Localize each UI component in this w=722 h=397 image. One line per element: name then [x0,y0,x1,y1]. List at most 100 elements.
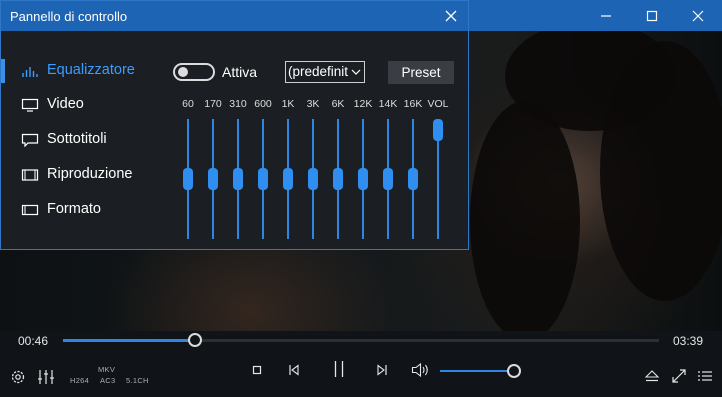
eq-band-thumb[interactable] [258,168,268,190]
eq-band-thumb[interactable] [233,168,243,190]
close-icon [692,10,704,21]
aspect-ratio-icon [21,204,39,216]
nav-label: Formato [47,201,101,217]
video-shadow-left [470,101,580,331]
volume-thumb[interactable] [507,364,521,378]
eject-button[interactable] [642,367,662,385]
toggle-knob [178,67,188,77]
audio-codec: AC3 [100,376,116,385]
nav-label: Sottotitoli [47,131,107,147]
preset-button[interactable]: Preset [388,61,454,84]
fullscreen-icon [672,369,686,383]
next-icon [377,364,387,376]
eq-band-label: 14K [378,98,398,110]
eq-band-label: 3K [306,98,320,110]
previous-icon [289,364,299,376]
video-codec: H264 [70,376,90,385]
eq-band-label: 600 [254,98,272,110]
elapsed-time: 00:46 [18,334,49,348]
equalizer-icon [22,67,38,77]
audio-channels: 5.1CH [126,376,149,385]
playlist-button[interactable] [695,367,715,385]
pause-icon [334,361,344,377]
pause-button[interactable] [328,358,350,380]
minimize-icon [601,14,611,17]
active-indicator [1,59,5,83]
nav-item-subtitles[interactable]: Sottotitoli [1,126,166,154]
equalizer-toggle[interactable] [173,63,215,81]
stop-icon [252,365,262,375]
eq-band-label: 170 [204,98,222,110]
settings-icon [11,370,25,384]
eq-band: 16K [400,98,426,243]
eq-band-label: 6K [331,98,345,110]
nav-item-format[interactable]: Formato [1,196,166,224]
panel-title-bar[interactable]: Pannello di controllo [1,1,468,31]
eq-band-thumb[interactable] [333,168,343,190]
volume-slider[interactable] [440,364,521,378]
eq-band: 12K [350,98,376,243]
next-button[interactable] [373,361,391,379]
fullscreen-button[interactable] [669,367,689,385]
eq-band: 3K [300,98,326,243]
close-button[interactable] [675,0,721,31]
mute-button[interactable] [410,360,432,380]
equalizer-sliders-icon [38,370,54,384]
media-player-window: Pannello di controllo Equalizzatore Vide… [0,0,722,397]
total-time: 03:39 [673,334,704,348]
film-icon [21,169,39,181]
eq-band: 14K [375,98,401,243]
nav-item-video[interactable]: Video [1,91,166,119]
close-icon [445,10,457,22]
eq-band-thumb[interactable] [408,168,418,190]
panel-close-button[interactable] [440,5,462,27]
eject-icon [644,370,660,382]
subtitles-icon [21,133,39,147]
nav-label: Equalizzatore [47,62,135,78]
eq-band: 6K [325,98,351,243]
nav-label: Video [47,96,84,112]
playlist-icon [698,371,712,381]
previous-button[interactable] [285,361,303,379]
eq-band-label: 310 [229,98,247,110]
eq-band: 170 [200,98,226,243]
chevron-down-icon [351,69,361,75]
seek-bar-progress [63,339,196,342]
stop-button[interactable] [248,361,266,379]
settings-button[interactable] [8,367,28,387]
nav-item-playback[interactable]: Riproduzione [1,161,166,189]
eq-band: 60 [175,98,201,243]
eq-band: VOL [425,98,451,243]
eq-band-label: 1K [281,98,295,110]
maximize-icon [646,10,658,21]
preset-select[interactable]: (predefinit [285,61,365,83]
eq-band-label: VOL [427,98,449,110]
volume-icon [411,362,428,378]
eq-band: 310 [225,98,251,243]
eq-band-thumb[interactable] [383,168,393,190]
eq-band-thumb[interactable] [183,168,193,190]
media-info: MKV H264 AC3 5.1CH [68,365,148,387]
eq-band-label: 16K [403,98,423,110]
nav-label: Riproduzione [47,166,133,182]
volume-level [440,370,514,372]
panel-title: Pannello di controllo [10,9,128,24]
control-panel: Pannello di controllo Equalizzatore Vide… [0,0,469,250]
seek-bar[interactable] [63,333,659,347]
eq-band-thumb[interactable] [308,168,318,190]
eq-band: 1K [275,98,301,243]
equalizer-toggle-label: Attiva [222,64,258,80]
eq-band-thumb[interactable] [358,168,368,190]
eq-band: 600 [250,98,276,243]
eq-band-thumb[interactable] [433,119,443,141]
eq-band-label: 12K [353,98,373,110]
preset-select-value: (predefinit [288,64,348,79]
equalizer-panel-button[interactable] [36,367,56,387]
eq-band-thumb[interactable] [283,168,293,190]
container-format: MKV [98,365,116,374]
monitor-icon [21,98,39,112]
minimize-button[interactable] [583,0,629,31]
nav-item-equalizer[interactable]: Equalizzatore [1,57,166,85]
maximize-button[interactable] [629,0,675,31]
eq-band-thumb[interactable] [208,168,218,190]
